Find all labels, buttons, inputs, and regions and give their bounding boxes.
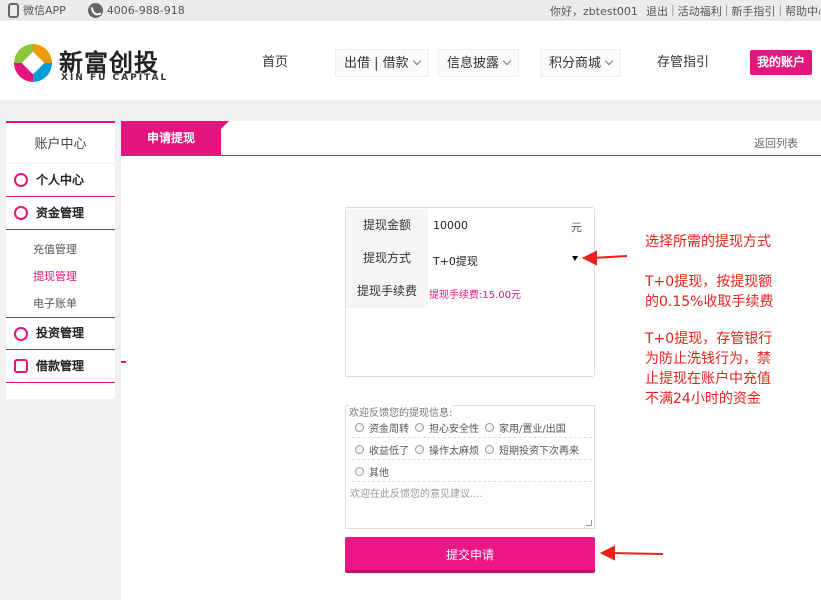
arrow-to-submit-icon xyxy=(609,552,664,555)
annotation-arrows xyxy=(581,250,664,561)
arrow-to-method-icon xyxy=(591,255,628,259)
arrow-head-submit-icon xyxy=(599,545,615,561)
arrow-head-method-icon xyxy=(581,250,597,266)
